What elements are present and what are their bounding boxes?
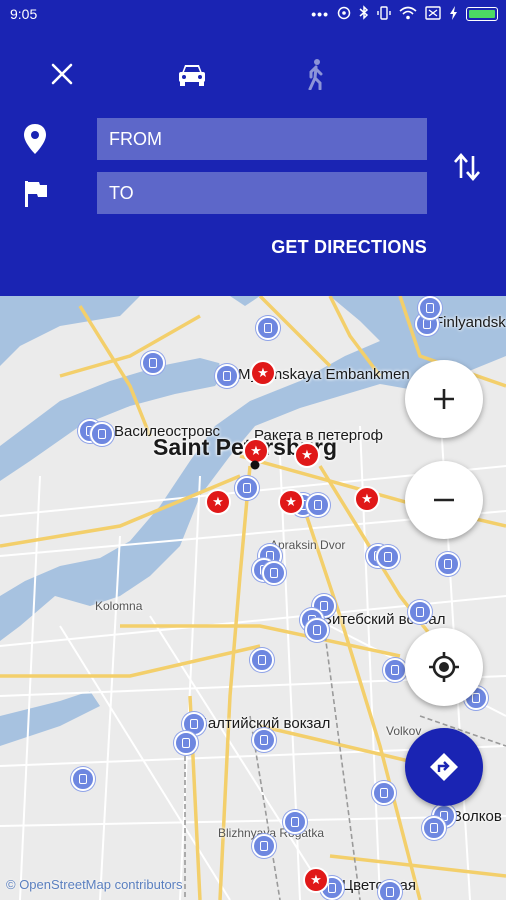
zoom-out-button[interactable] — [405, 461, 483, 539]
to-input[interactable]: TO — [97, 172, 427, 214]
directions-icon — [430, 753, 458, 781]
car-mode-icon[interactable] — [174, 56, 210, 92]
vibrate-icon — [377, 5, 391, 23]
map-label: Apraksin Dvor — [270, 538, 346, 552]
transit-marker-icon[interactable] — [283, 810, 307, 834]
to-placeholder: TO — [109, 182, 134, 203]
transit-marker-icon[interactable] — [305, 618, 329, 642]
wifi-icon — [399, 6, 417, 23]
transit-marker-icon[interactable] — [408, 600, 432, 624]
map-label: Kolomna — [95, 599, 143, 613]
map-attribution[interactable]: © OpenStreetMap contributors — [6, 877, 183, 892]
transit-marker-icon[interactable] — [215, 364, 239, 388]
directions-header: 9:05 ••• FROM TO GET DIRECTIONS — [0, 0, 506, 296]
transit-marker-icon[interactable] — [250, 648, 274, 672]
my-location-button[interactable] — [405, 628, 483, 706]
transit-marker-icon[interactable] — [262, 561, 286, 585]
location-pin-icon — [22, 123, 54, 155]
map-label: Волков — [452, 808, 502, 825]
transit-marker-icon[interactable] — [90, 422, 114, 446]
poi-marker-icon[interactable]: ★ — [278, 489, 304, 515]
transit-marker-icon[interactable] — [235, 476, 259, 500]
map-label: Volkov — [386, 724, 422, 738]
transit-marker-icon[interactable] — [383, 658, 407, 682]
poi-marker-icon[interactable]: ★ — [250, 360, 276, 386]
more-notifications-icon: ••• — [311, 6, 329, 22]
crosshair-icon — [429, 652, 459, 682]
charging-icon — [449, 5, 458, 23]
status-time: 9:05 — [10, 6, 38, 22]
no-sim-icon — [425, 5, 441, 23]
poi-marker-icon[interactable]: ★ — [354, 486, 380, 512]
status-bar: 9:05 ••• — [0, 0, 506, 30]
transit-marker-icon[interactable] — [372, 781, 396, 805]
from-input[interactable]: FROM — [97, 118, 427, 160]
zoom-in-button[interactable] — [405, 360, 483, 438]
walk-mode-icon[interactable] — [297, 56, 333, 92]
transit-marker-icon[interactable] — [376, 545, 400, 569]
transit-marker-icon[interactable] — [71, 767, 95, 791]
hotspot-icon — [337, 6, 351, 23]
battery-icon — [466, 7, 498, 21]
transit-marker-icon[interactable] — [252, 834, 276, 858]
poi-marker-icon[interactable]: ★ — [294, 442, 320, 468]
transit-marker-icon[interactable] — [378, 880, 402, 900]
close-icon[interactable] — [44, 56, 80, 92]
map-label: Finlyandsk — [434, 314, 506, 331]
get-directions-button[interactable]: GET DIRECTIONS — [271, 237, 427, 258]
directions-fab-button[interactable] — [405, 728, 483, 806]
current-location-dot — [250, 460, 260, 470]
transit-marker-icon[interactable] — [174, 731, 198, 755]
minus-icon — [434, 498, 454, 502]
poi-marker-icon[interactable]: ★ — [303, 867, 329, 893]
transit-marker-icon[interactable] — [141, 351, 165, 375]
status-icons: ••• — [311, 5, 498, 23]
poi-marker-icon[interactable]: ★ — [205, 489, 231, 515]
transit-marker-icon[interactable] — [436, 552, 460, 576]
transit-marker-icon[interactable] — [306, 493, 330, 517]
map-view[interactable]: Finlyandsk Mytninskaya Embankmen Василео… — [0, 296, 506, 900]
plus-icon — [434, 389, 454, 409]
bluetooth-icon — [359, 5, 369, 23]
flag-icon — [24, 180, 56, 212]
transit-marker-icon[interactable] — [418, 296, 442, 320]
transit-marker-icon[interactable] — [256, 316, 280, 340]
transit-marker-icon[interactable] — [252, 728, 276, 752]
swap-icon[interactable] — [452, 150, 482, 184]
from-placeholder: FROM — [109, 128, 162, 149]
transit-marker-icon[interactable] — [422, 816, 446, 840]
